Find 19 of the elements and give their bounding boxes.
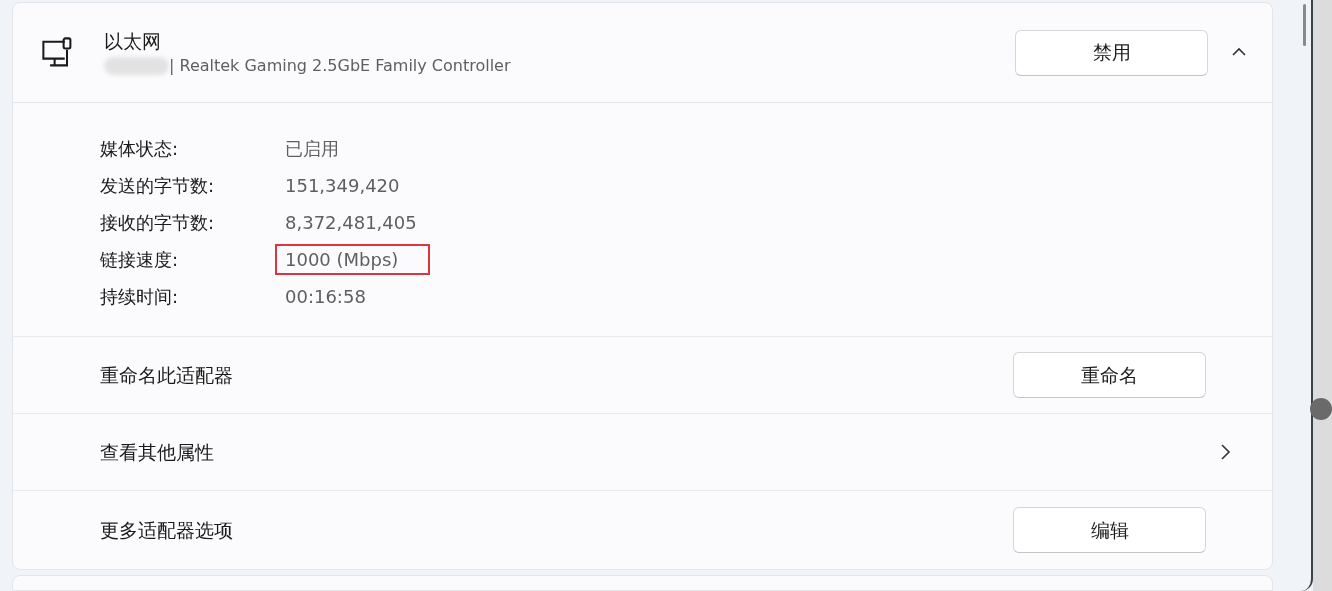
property-value: 1000 (Mbps)	[275, 244, 431, 275]
property-value: 8,372,481,405	[285, 211, 417, 235]
action-button[interactable]: 重命名	[1013, 352, 1206, 398]
adapter-title: 以太网	[104, 28, 162, 54]
adapter-description: | Realtek Gaming 2.5GbE Family Controller	[169, 54, 511, 77]
property-label: 链接速度:	[100, 248, 180, 272]
property-value: 00:16:58	[285, 285, 366, 309]
property-label: 发送的字节数:	[100, 174, 216, 198]
property-value: 已启用	[285, 137, 339, 161]
property-value: 151,349,420	[285, 174, 400, 198]
property-label: 持续时间:	[100, 285, 180, 309]
action-button[interactable]: 编辑	[1013, 507, 1206, 553]
setting-label: 更多适配器选项	[100, 517, 234, 543]
property-label: 媒体状态:	[100, 137, 180, 161]
scrollbar-thumb[interactable]	[1303, 4, 1306, 46]
setting-label: 重命名此适配器	[100, 362, 234, 388]
setting-label: 查看其他属性	[100, 439, 215, 465]
property-label: 接收的字节数:	[100, 211, 216, 235]
action-button[interactable]: 禁用	[1015, 29, 1208, 76]
